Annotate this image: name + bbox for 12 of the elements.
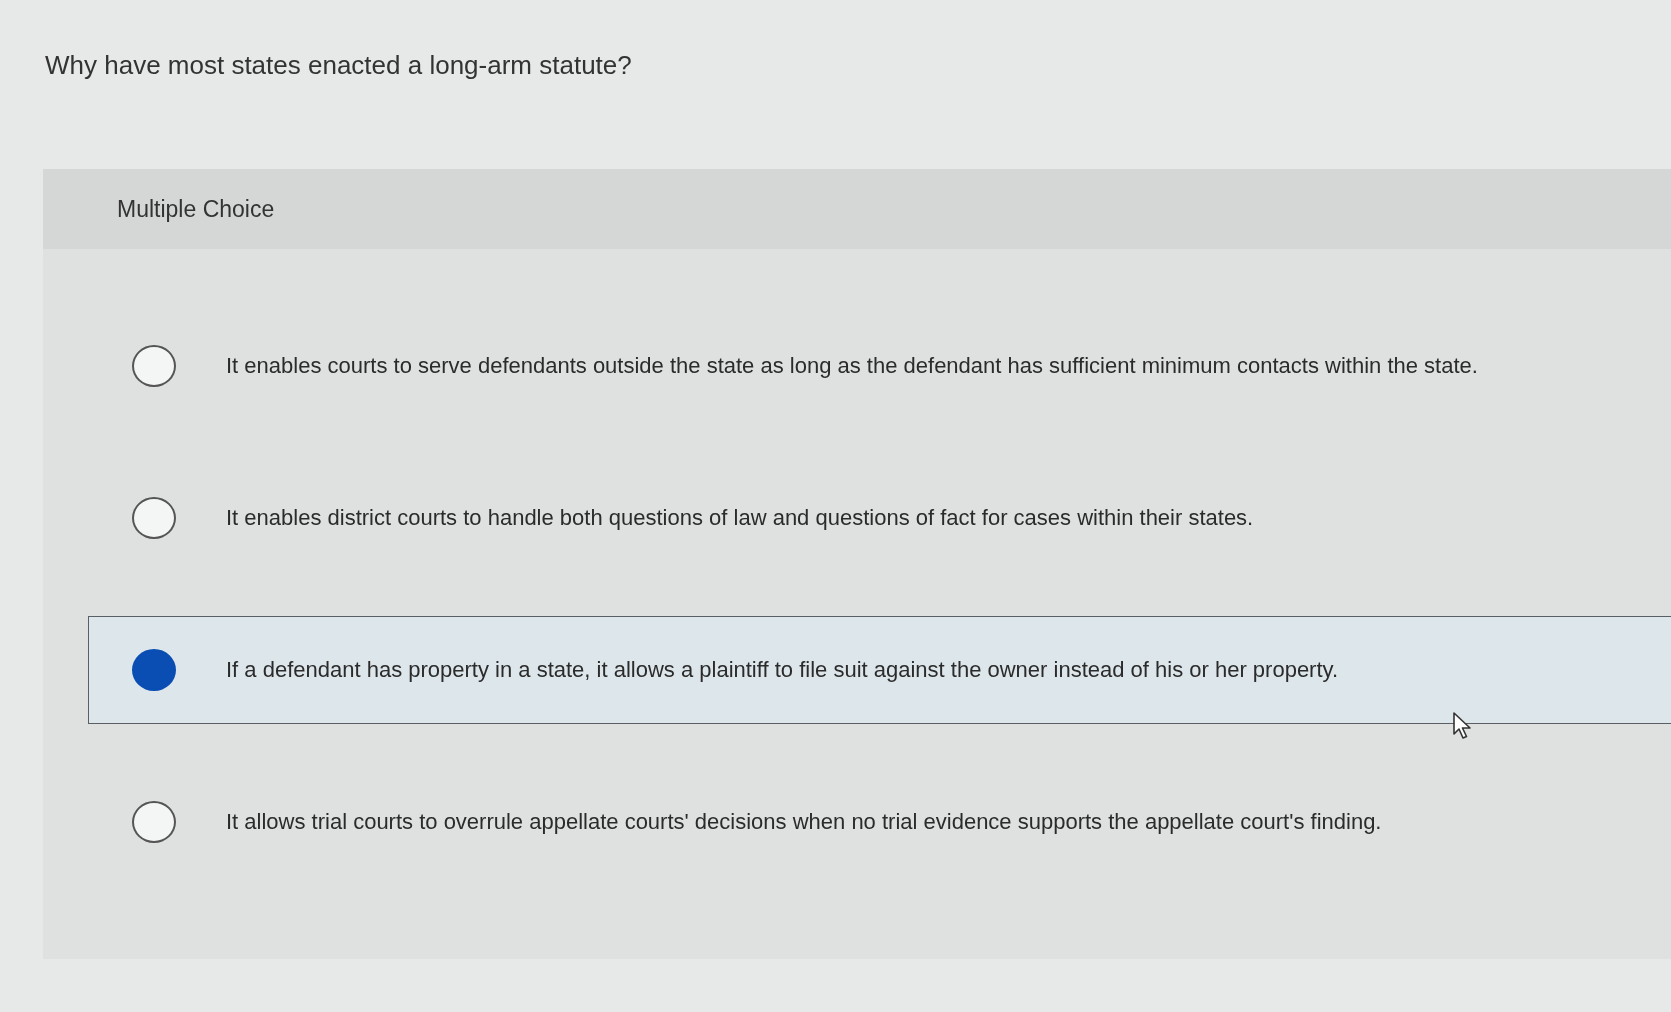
question-text: Why have most states enacted a long-arm statute? — [44, 49, 633, 81]
radio-button[interactable] — [132, 497, 176, 539]
question-type-label: Multiple Choice — [117, 195, 275, 223]
option-text: If a defendant has property in a state, it allows a plaintiff to file suit against the owner instead of his or her property. — [226, 657, 1339, 683]
selected-answer-option[interactable]: If a defendant has property in a state, it allows a plaintiff to file suit against the owner instead of his or her property. — [88, 616, 1671, 724]
radio-button[interactable] — [132, 801, 176, 843]
option-text: It enables district courts to handle both questions of law and questions of fact for cases within their states. — [226, 505, 1254, 531]
option-text: It enables courts to serve defendants outside the state as long as the defendant has sufficient minimum contacts within the state. — [226, 353, 1478, 379]
option-text: It allows trial courts to overrule appellate courts' decisions when no trial evidence supports the appellate court's finding. — [226, 809, 1382, 835]
radio-button[interactable] — [132, 345, 176, 387]
radio-button[interactable] — [132, 649, 176, 691]
mouse-pointer-icon — [1453, 712, 1473, 740]
